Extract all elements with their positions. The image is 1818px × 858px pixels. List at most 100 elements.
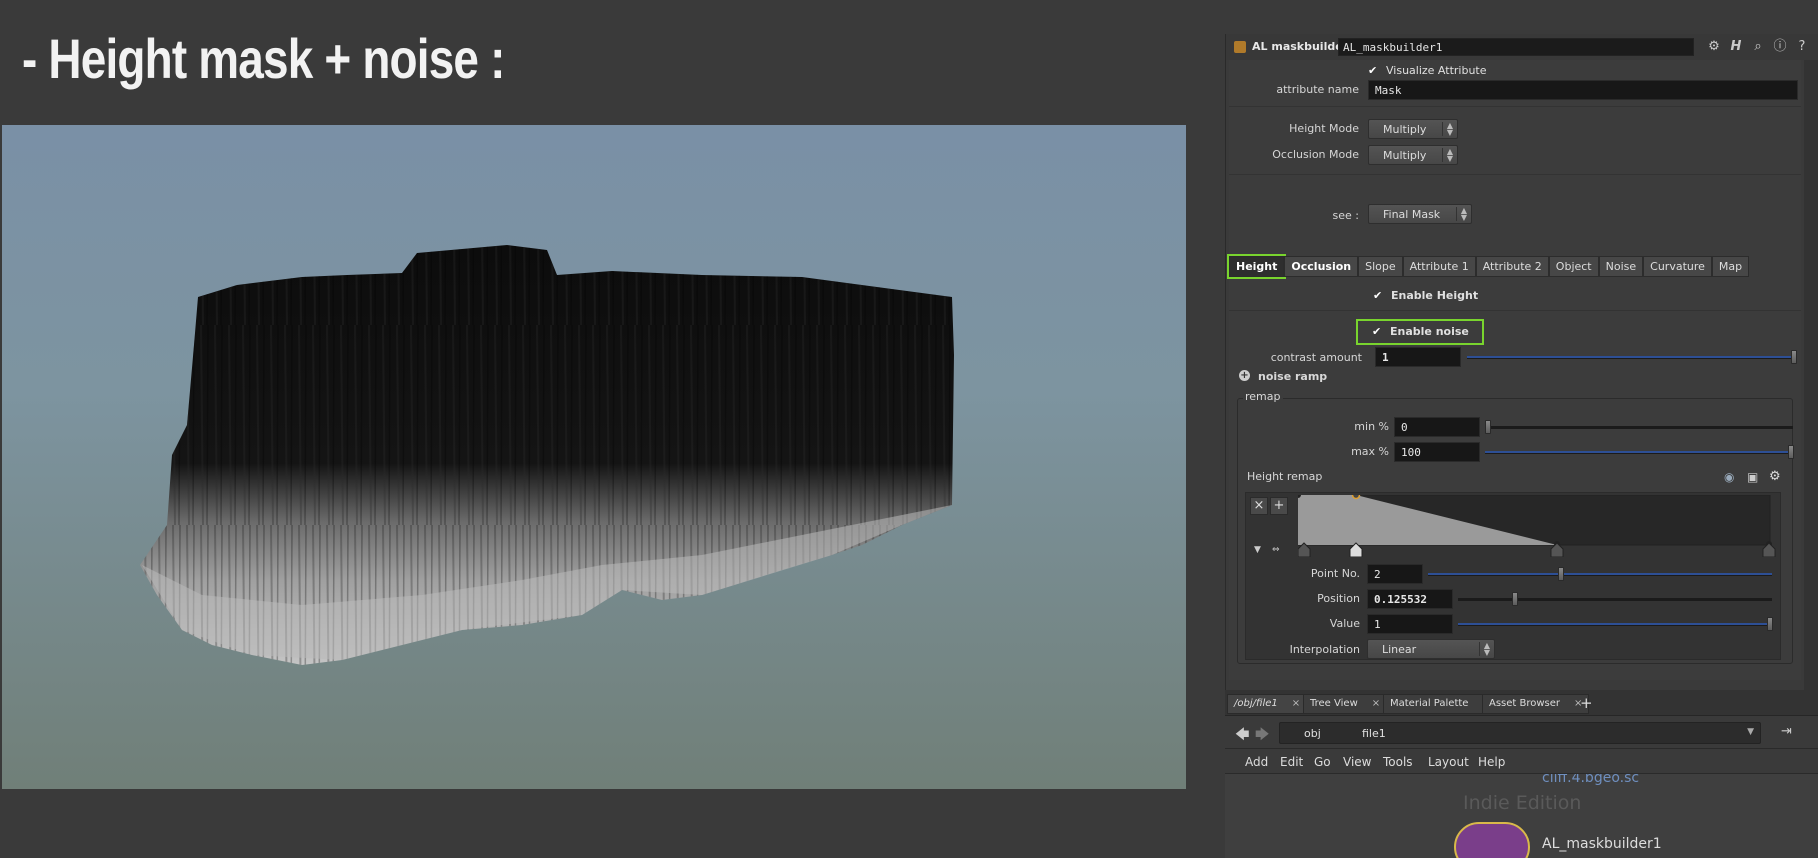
position-handle[interactable] — [1512, 592, 1518, 606]
see-dropdown[interactable]: Final Mask ▲ ▼ — [1368, 204, 1472, 224]
value-slider[interactable] — [1458, 623, 1772, 626]
tab-map[interactable]: Map — [1711, 256, 1750, 277]
ramp-graph[interactable] — [1298, 495, 1776, 557]
see-label: see : — [1332, 209, 1359, 222]
point-no-slider[interactable] — [1428, 573, 1772, 576]
contrast-slider-handle[interactable] — [1791, 350, 1797, 364]
ramp-preset-icon[interactable]: ◉ — [1724, 470, 1734, 484]
tab-occlusion[interactable]: Occlusion — [1284, 256, 1359, 277]
position-slider[interactable] — [1458, 598, 1772, 601]
height-mode-value: Multiply — [1383, 123, 1427, 136]
min-slider-handle[interactable] — [1485, 420, 1491, 434]
node-name-field[interactable]: AL_maskbuilder1 — [1338, 38, 1694, 56]
add-tab-plus-icon[interactable]: + — [1580, 694, 1593, 712]
dropdown-arrows-icon: ▲ ▼ — [1478, 642, 1490, 657]
occlusion-mode-value: Multiply — [1383, 149, 1427, 162]
contrast-amount-slider[interactable] — [1467, 356, 1797, 359]
height-mode-dropdown[interactable]: Multiply ▲ ▼ — [1368, 119, 1458, 139]
point-no-field[interactable]: 2 — [1367, 564, 1423, 584]
node-type-label: AL maskbuilder — [1252, 40, 1349, 53]
visualize-attribute-checkbox[interactable]: ✔ Visualize Attribute — [1368, 64, 1487, 77]
min-percent-field[interactable]: 0 — [1394, 417, 1480, 437]
back-arrow-icon[interactable]: 🡄 — [1235, 724, 1249, 748]
divider — [1229, 310, 1801, 311]
help-icon[interactable]: ? — [1794, 39, 1810, 55]
menu-go[interactable]: Go — [1314, 755, 1331, 769]
check-icon: ✔ — [1368, 64, 1378, 77]
tab-attribute-1[interactable]: Attribute 1 — [1402, 256, 1476, 277]
path-breadcrumb: obj file1 ▼ — [1279, 722, 1761, 744]
interpolation-dropdown[interactable]: Linear ▲ ▼ — [1367, 639, 1495, 659]
position-label: Position — [1317, 592, 1360, 605]
close-icon[interactable]: × — [1372, 698, 1380, 709]
tab-height[interactable]: Height — [1226, 254, 1287, 279]
3d-viewport[interactable] — [2, 125, 1186, 789]
menu-help[interactable]: Help — [1478, 755, 1505, 769]
position-field[interactable]: 0.125532 — [1367, 589, 1453, 609]
pane-tab-network[interactable]: /obj/file1 × — [1227, 694, 1308, 714]
node-maskbuilder[interactable] — [1454, 822, 1530, 858]
tab-slope[interactable]: Slope — [1358, 256, 1403, 277]
max-percent-slider[interactable] — [1485, 451, 1793, 454]
tab-attribute-2[interactable]: Attribute 2 — [1475, 256, 1549, 277]
close-icon[interactable]: × — [1292, 698, 1300, 709]
menu-tools[interactable]: Tools — [1383, 755, 1413, 769]
parameter-scrollbar[interactable] — [1804, 60, 1818, 710]
help-h-icon[interactable]: H — [1728, 39, 1744, 55]
remove-point-button[interactable]: × — [1250, 497, 1268, 515]
enable-height-checkbox[interactable]: ✔ Enable Height — [1373, 289, 1478, 302]
forward-arrow-icon[interactable]: 🡆 — [1255, 724, 1269, 748]
max-slider-handle[interactable] — [1788, 445, 1794, 459]
check-icon: ✔ — [1373, 289, 1383, 302]
tab-object[interactable]: Object — [1548, 256, 1599, 277]
interpolation-value: Linear — [1382, 643, 1417, 656]
menu-view[interactable]: View — [1343, 755, 1371, 769]
max-percent-label: max % — [1351, 445, 1389, 458]
node-icon — [1234, 41, 1246, 53]
chevron-down-icon[interactable]: ▼ — [1747, 727, 1754, 737]
occlusion-mode-label: Occlusion Mode — [1272, 148, 1359, 161]
min-percent-slider[interactable] — [1485, 426, 1793, 429]
network-pane: /obj/file1 × Tree View × Material Palette×… — [1225, 690, 1818, 858]
expand-plus-icon[interactable]: + — [1239, 370, 1250, 381]
max-percent-field[interactable]: 100 — [1394, 442, 1480, 462]
ramp-gear-icon[interactable]: ⚙ — [1769, 469, 1781, 484]
menu-layout[interactable]: Layout — [1428, 755, 1469, 769]
slide-title: - Height mask + noise : — [22, 27, 505, 90]
contrast-amount-field[interactable]: 1 — [1375, 347, 1461, 367]
point-no-label: Point No. — [1310, 567, 1360, 580]
pane-tab-label: /obj/file1 — [1234, 698, 1278, 709]
dropdown-arrows-icon: ▲ ▼ — [1441, 148, 1453, 163]
menu-add[interactable]: Add — [1245, 755, 1268, 769]
check-icon: ✔ — [1372, 325, 1382, 338]
add-point-button[interactable]: + — [1270, 497, 1288, 515]
search-icon[interactable]: ⌕ — [1750, 39, 1766, 55]
tab-curvature[interactable]: Curvature — [1643, 256, 1712, 277]
point-no-handle[interactable] — [1558, 567, 1564, 581]
pane-tab-material-palette[interactable]: Material Palette× — [1383, 694, 1498, 714]
tab-noise[interactable]: Noise — [1598, 256, 1644, 277]
value-field[interactable]: 1 — [1367, 614, 1453, 634]
gear-icon[interactable]: ⚙ — [1706, 39, 1722, 55]
attribute-name-field[interactable]: Mask — [1368, 80, 1798, 100]
enable-noise-label: Enable noise — [1390, 325, 1469, 338]
pane-tab-tree-view[interactable]: Tree View × — [1303, 694, 1388, 714]
crumb-file1[interactable]: file1 — [1362, 727, 1386, 740]
ramp-save-icon[interactable]: ▣ — [1747, 470, 1758, 484]
visualize-attribute-label: Visualize Attribute — [1386, 64, 1487, 77]
info-icon[interactable]: ⓘ — [1772, 39, 1788, 55]
remap-group-label: remap — [1243, 390, 1283, 403]
ramp-mode-icon[interactable]: ⇔ — [1272, 545, 1280, 555]
collapse-triangle-icon[interactable]: ▼ — [1254, 545, 1261, 555]
pane-tab-bar: /obj/file1 × Tree View × Material Palette×… — [1225, 690, 1818, 716]
pin-icon[interactable]: ⇥ — [1781, 724, 1792, 739]
crumb-obj[interactable]: obj — [1304, 727, 1321, 740]
enable-height-label: Enable Height — [1391, 289, 1479, 302]
menu-edit[interactable]: Edit — [1280, 755, 1303, 769]
enable-noise-checkbox[interactable]: ✔ Enable noise — [1356, 319, 1484, 345]
pane-tab-asset-browser[interactable]: Asset Browser × — [1482, 694, 1590, 714]
network-view[interactable]: cliff.4.bgeo.sc Indie Edition AL_maskbui… — [1225, 774, 1818, 858]
value-handle[interactable] — [1767, 617, 1773, 631]
cliff-mesh-render — [140, 245, 954, 665]
occlusion-mode-dropdown[interactable]: Multiply ▲ ▼ — [1368, 145, 1458, 165]
